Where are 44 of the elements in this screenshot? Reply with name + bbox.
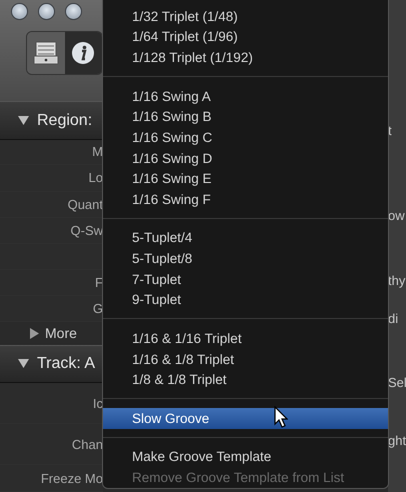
pointer-cursor-icon xyxy=(274,406,288,428)
menu-item[interactable]: 1/8 & 1/8 Triplet xyxy=(103,369,388,390)
partial-label: ow xyxy=(388,206,406,224)
info-icon[interactable] xyxy=(71,41,96,65)
field-label: Quant xyxy=(68,196,103,212)
partial-label: thy xyxy=(388,272,406,290)
disclosure-right-icon[interactable] xyxy=(30,328,39,339)
menu-item[interactable]: 1/16 & 1/8 Triplet xyxy=(103,348,388,370)
zoom-window-button[interactable] xyxy=(66,4,81,19)
menu-item[interactable]: 9-Tuplet xyxy=(103,290,388,310)
menu-item[interactable]: Slow Groove xyxy=(103,408,388,429)
field-label: Freeze Mo xyxy=(40,470,103,486)
menu-item[interactable]: 5-Tuplet/4 xyxy=(103,228,388,248)
menu-item[interactable]: 1/128 Triplet (1/192) xyxy=(103,47,388,68)
field-label: Lo xyxy=(88,170,103,186)
menu-item[interactable]: 1/16 Swing C xyxy=(103,127,388,148)
disclosure-down-icon[interactable] xyxy=(18,359,29,368)
menu-item[interactable]: 1/16 Swing A xyxy=(103,86,388,106)
menu-item[interactable]: 7-Tuplet xyxy=(103,268,388,290)
minimize-window-button[interactable] xyxy=(39,4,54,19)
menu-item[interactable]: Make Groove Template xyxy=(103,446,388,468)
partial-label: Sel xyxy=(388,374,406,392)
section-title: Track: A xyxy=(37,354,96,373)
menu-item[interactable]: 1/16 Swing B xyxy=(103,106,388,128)
menu-item[interactable]: 1/16 Swing D xyxy=(103,148,388,168)
menu-item[interactable]: 5-Tuplet/8 xyxy=(103,248,388,269)
menu-item[interactable]: 1/16 Swing F xyxy=(103,189,388,210)
field-label: M xyxy=(92,144,103,160)
partial-label: di xyxy=(388,310,400,328)
disclosure-down-icon[interactable] xyxy=(18,116,29,126)
field-label: G xyxy=(92,300,103,316)
section-title: Region: xyxy=(37,112,92,130)
more-label[interactable]: More xyxy=(45,325,77,342)
menu-item[interactable]: 1/16 & 1/16 Triplet xyxy=(103,328,388,349)
menu-item[interactable]: 1/64 Triplet (1/96) xyxy=(103,26,388,48)
menu-item[interactable]: 1/16 Swing E xyxy=(103,168,388,189)
field-label: F xyxy=(95,274,103,290)
field-label: Q-Sw xyxy=(70,222,103,238)
field-label: Ic xyxy=(92,396,103,411)
menu-item[interactable]: 1/32 Triplet (1/48) xyxy=(103,6,388,27)
drawer-icon[interactable] xyxy=(32,40,60,66)
close-window-button[interactable] xyxy=(12,4,27,19)
field-label: Chan xyxy=(72,436,103,452)
partial-label: ght xyxy=(388,432,406,450)
